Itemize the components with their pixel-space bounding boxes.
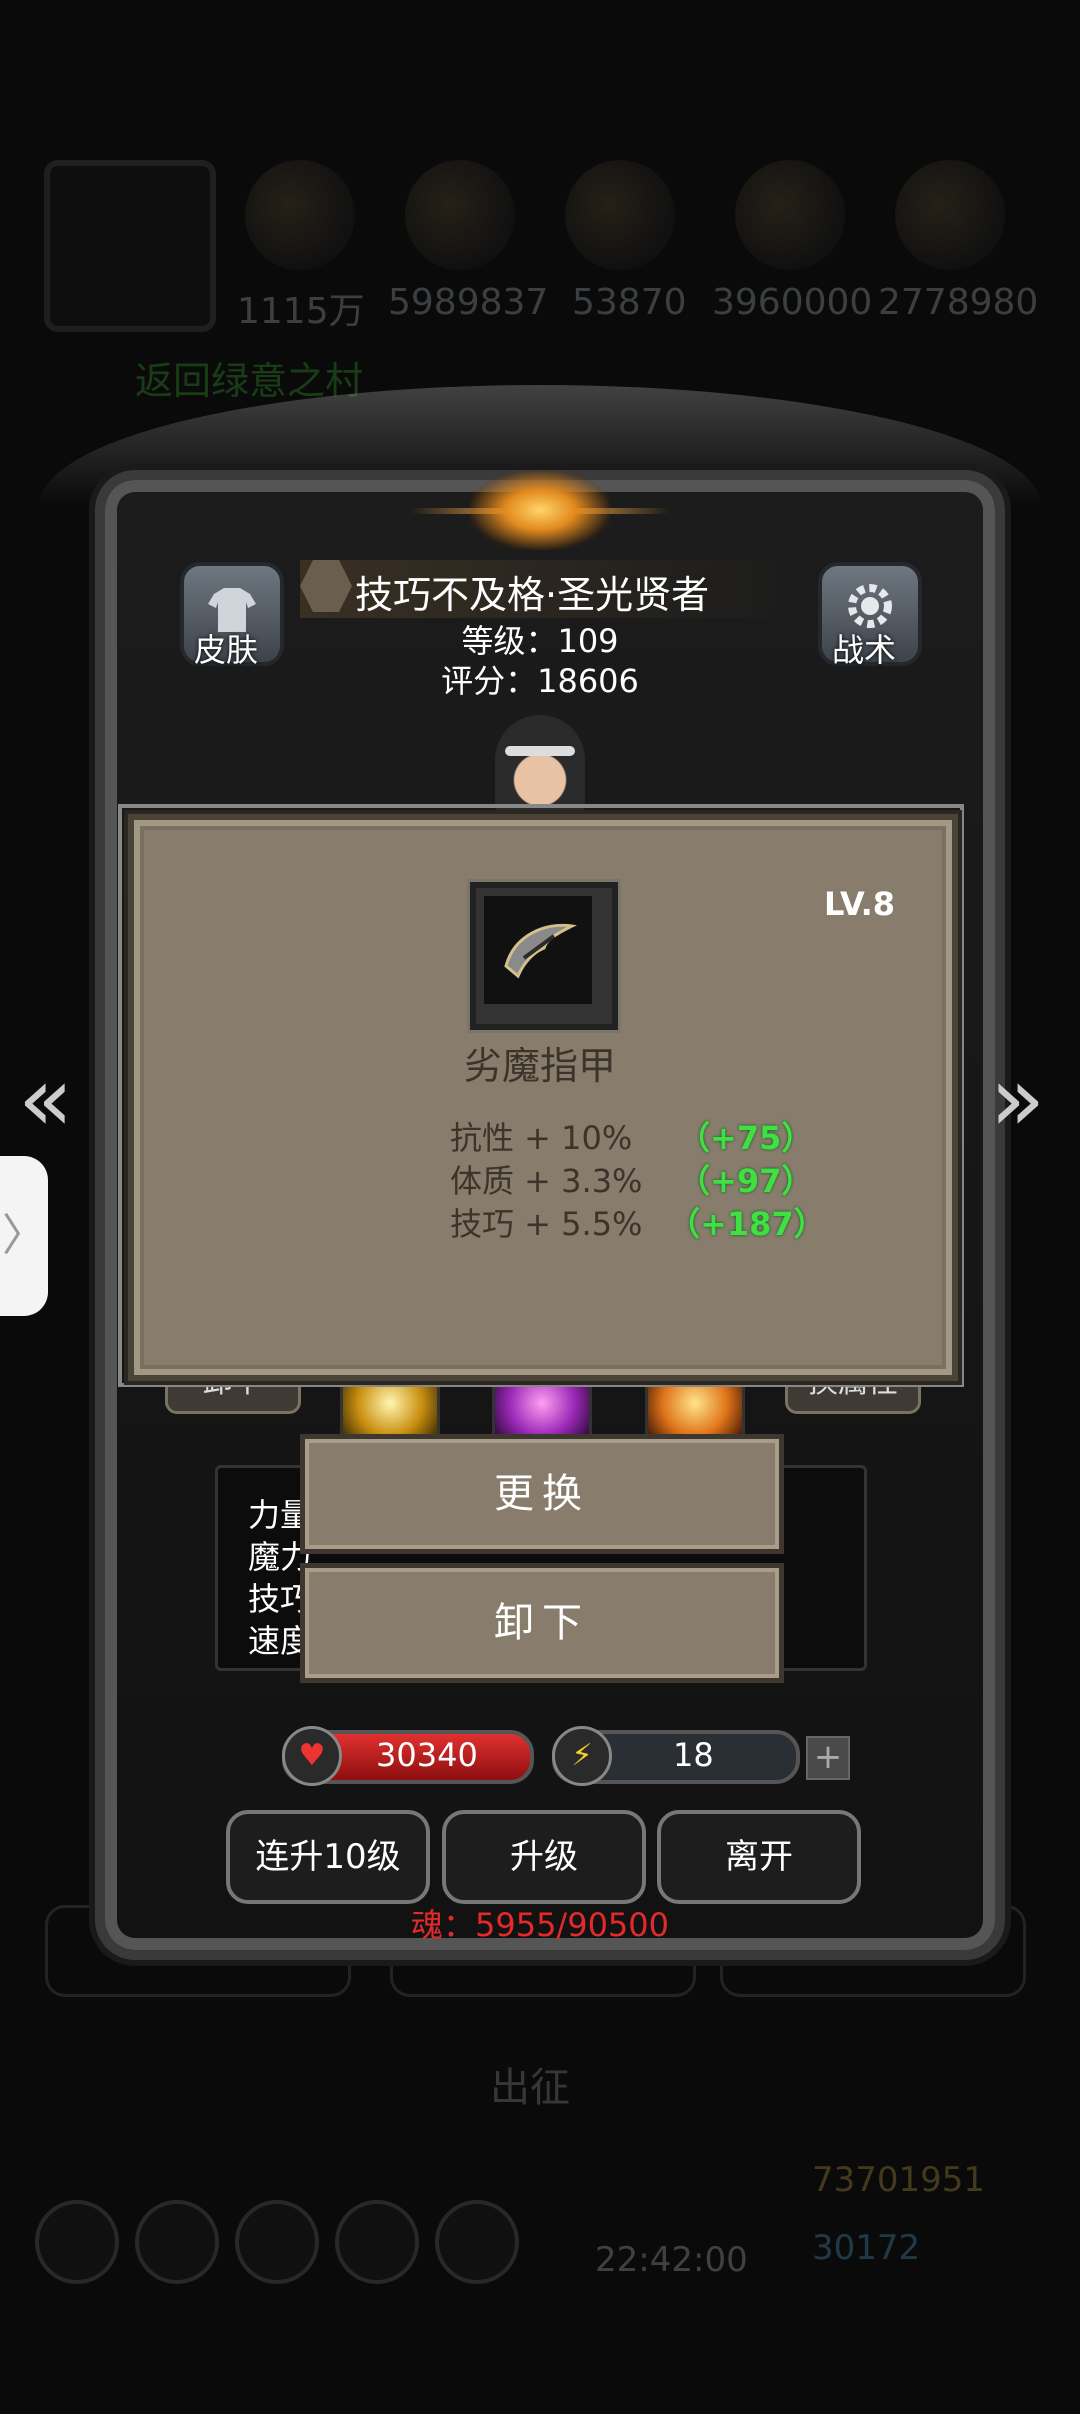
menu-icon [35, 2200, 119, 2284]
menu-icon [335, 2200, 419, 2284]
prev-hero-arrow-icon[interactable]: « [18, 1055, 73, 1145]
add-energy-button[interactable]: + [806, 1736, 850, 1780]
claw-icon [504, 923, 577, 979]
next-hero-arrow-icon[interactable]: » [990, 1055, 1045, 1145]
resource-value: 53870 [572, 282, 687, 323]
resource-icon [245, 160, 355, 270]
item-bonus-resistance: （+75） [678, 1119, 814, 1157]
heart-icon: ♥ [282, 1726, 342, 1786]
lightning-icon: ⚡ [552, 1726, 612, 1786]
resource-value: 5989837 [388, 282, 549, 323]
menu-icon [435, 2200, 519, 2284]
leave-button[interactable]: 离开 [657, 1810, 861, 1904]
hero-avatar [495, 715, 585, 815]
menu-icon [135, 2200, 219, 2284]
resource-value: 1115万 [237, 291, 365, 332]
hp-value: 30340 [376, 1736, 478, 1774]
item-bonus-skill: （+187） [668, 1205, 826, 1243]
hero-headband [505, 746, 575, 756]
resource-icon [565, 160, 675, 270]
expedition-label: 出征 [490, 2065, 570, 2111]
hero-score: 评分：18606 [441, 662, 639, 700]
item-name: 劣魔指甲 [463, 1044, 616, 1088]
soul-counter: 魂：5955/90500 [410, 1906, 670, 1944]
gem-count: 30172 [812, 2228, 921, 2268]
side-drawer-tab[interactable]: 〉 [0, 1156, 48, 1316]
upgrade-button[interactable]: 升级 [442, 1810, 646, 1904]
item-level: LV.8 [824, 885, 896, 923]
item-attr-resistance: 抗性 + 10% [450, 1119, 633, 1157]
unequip-button[interactable]: 卸下 [300, 1563, 784, 1683]
player-portrait [44, 160, 216, 332]
replace-button[interactable]: 更换 [300, 1434, 784, 1554]
menu-icon [235, 2200, 319, 2284]
emblem-icon [470, 470, 610, 550]
item-bonus-constitution: （+97） [678, 1162, 814, 1200]
gold-count: 73701951 [812, 2160, 986, 2200]
upgrade-10-button[interactable]: 连升10级 [226, 1810, 430, 1904]
resource-icon [405, 160, 515, 270]
energy-value: 18 [673, 1736, 714, 1774]
item-attr-constitution: 体质 + 3.3% [450, 1162, 643, 1200]
resource-value: 2778980 [878, 282, 1039, 323]
resource-icon [895, 160, 1005, 270]
resource-icon [735, 160, 845, 270]
item-icon-bg [484, 896, 592, 1004]
hero-title: 技巧不及格·圣光贤者 [355, 573, 710, 617]
resource-value: 3960000 [712, 282, 873, 323]
item-attr-skill: 技巧 + 5.5% [450, 1205, 643, 1243]
clock: 22:42:00 [595, 2240, 748, 2280]
